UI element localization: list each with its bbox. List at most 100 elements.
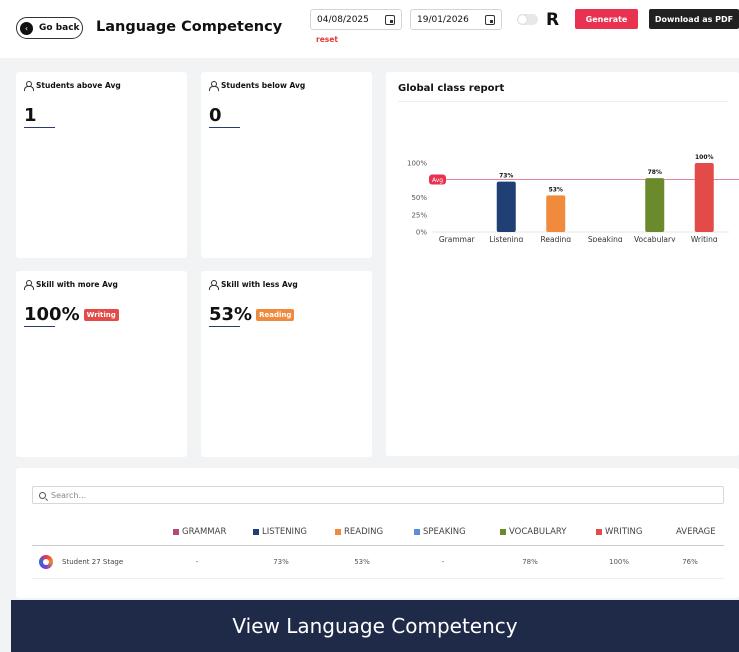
table-cell: 76%: [682, 558, 698, 566]
x-tick-label: Writing: [691, 235, 718, 242]
column-header-label: LISTENING: [262, 527, 308, 537]
students-below-avg-label: Students below Avg: [221, 81, 306, 90]
go-back-label: Go back: [39, 23, 80, 33]
skill-less-avg-card: Skill with less Avg 53% Reading: [201, 271, 372, 457]
bar-listening: [496, 181, 516, 232]
chart-title: Global class report: [398, 83, 505, 94]
card-label: Students above Avg: [24, 81, 121, 91]
column-header-vocabulary[interactable]: VOCABULARY: [500, 527, 566, 537]
column-header-label: READING: [344, 527, 384, 537]
students-below-avg-value: 0: [209, 105, 222, 126]
data-label: 100%: [695, 154, 714, 161]
global-class-report-card: Global class report 0% 25% 50% 100% Avg Gramm…: [386, 72, 739, 456]
search-icon: [39, 491, 46, 499]
column-header-label: SPEAKING: [423, 527, 466, 537]
student-table-card: Search... GRAMMAR LISTENING READING SPEAKIN…: [16, 468, 739, 598]
students-above-avg-value: 1: [24, 105, 37, 126]
skill-less-avg-row: 53% Reading: [209, 304, 295, 325]
column-header-label: GRAMMAR: [182, 527, 227, 537]
column-header-average[interactable]: AVERAGE: [676, 527, 716, 537]
legend-swatch: [500, 529, 506, 535]
generate-button[interactable]: Generate: [575, 9, 638, 29]
calendar-icon[interactable]: [485, 14, 495, 25]
start-date-input[interactable]: 04/08/2025: [310, 9, 402, 30]
skill-less-avg-label: Skill with less Avg: [221, 280, 298, 289]
search-input[interactable]: Search...: [32, 486, 724, 504]
column-header-listening[interactable]: LISTENING: [253, 527, 307, 537]
brand-logo: R: [546, 10, 560, 30]
divider: [32, 545, 724, 546]
column-header-label: AVERAGE: [676, 527, 716, 537]
back-arrow-icon: ‹: [20, 21, 33, 35]
download-pdf-button[interactable]: Download as PDF: [649, 9, 739, 29]
x-tick-label: Reading: [541, 235, 572, 242]
user-icon: [209, 280, 219, 290]
go-back-button[interactable]: ‹ Go back: [16, 17, 83, 39]
table-cell: -: [441, 558, 445, 566]
divider: [32, 578, 724, 579]
column-header-grammar[interactable]: GRAMMAR: [173, 527, 226, 537]
skill-more-avg-card: Skill with more Avg 100% Writing: [16, 271, 187, 457]
legend-swatch: [173, 529, 179, 535]
x-tick-label: Vocabulary: [634, 235, 676, 242]
bar-vocabulary: [645, 178, 665, 232]
legend-swatch: [335, 529, 341, 535]
divider: [209, 127, 240, 128]
view-language-competency-button[interactable]: View Language Competency: [11, 600, 739, 652]
skill-more-avg-row: 100% Writing: [24, 304, 119, 325]
x-tick-label: Listening: [489, 235, 523, 242]
divider: [24, 326, 55, 327]
table-cell: 78%: [522, 558, 538, 566]
divider: [209, 326, 240, 327]
toggle-knob: [518, 15, 527, 24]
skill-badge-reading: Reading: [256, 308, 295, 321]
legend-swatch: [414, 529, 420, 535]
legend-swatch: [596, 529, 602, 535]
user-icon: [209, 81, 219, 91]
bar-chart: 0% 25% 50% 100% Avg Grammar 73% Listening 53% Rea…: [407, 154, 739, 242]
table-cell: 53%: [354, 558, 370, 566]
divider: [24, 127, 55, 128]
column-header-label: WRITING: [605, 527, 643, 537]
end-date-value: 19/01/2026: [417, 14, 469, 25]
user-icon: [24, 81, 34, 91]
table-cell: 73%: [273, 558, 289, 566]
end-date-input[interactable]: 19/01/2026: [410, 9, 502, 30]
table-cell: -: [195, 558, 199, 566]
user-icon: [24, 280, 34, 290]
start-date-value: 04/08/2025: [317, 14, 369, 25]
data-label: 73%: [499, 173, 513, 180]
data-label: 78%: [648, 169, 662, 176]
avatar: [39, 555, 53, 569]
column-header-reading[interactable]: READING: [335, 527, 383, 537]
card-label: Skill with less Avg: [209, 280, 298, 290]
students-above-avg-card: Students above Avg 1: [16, 72, 187, 258]
card-label: Students below Avg: [209, 81, 306, 91]
skill-less-avg-value: 53%: [209, 304, 253, 325]
legend-swatch: [253, 529, 259, 535]
students-below-avg-card: Students below Avg 0: [201, 72, 372, 258]
y-tick-label: 25%: [411, 211, 427, 219]
x-tick-label: Grammar: [439, 235, 476, 242]
search-placeholder: Search...: [51, 490, 87, 500]
skill-more-avg-label: Skill with more Avg: [36, 280, 118, 289]
data-label: 53%: [549, 186, 563, 193]
skill-more-avg-value: 100%: [24, 304, 80, 325]
bar-writing: [694, 163, 714, 232]
toggle-switch[interactable]: [517, 14, 538, 25]
reset-link[interactable]: reset: [316, 35, 338, 44]
table-cell: 100%: [608, 558, 629, 566]
y-tick-label: 0%: [416, 229, 427, 237]
avg-label: Avg: [432, 177, 443, 184]
header-bar: ‹ Go back Language Competency 04/08/2025…: [0, 0, 739, 58]
students-above-avg-label: Students above Avg: [36, 81, 121, 90]
y-tick-label: 100%: [407, 160, 427, 168]
x-tick-label: Speaking: [588, 235, 623, 242]
bar-reading: [546, 195, 566, 232]
column-header-speaking[interactable]: SPEAKING: [414, 527, 466, 537]
page-title: Language Competency: [96, 19, 283, 35]
card-label: Skill with more Avg: [24, 280, 118, 290]
column-header-writing[interactable]: WRITING: [596, 527, 642, 537]
calendar-icon[interactable]: [385, 14, 395, 25]
student-name[interactable]: Student 27 Stage: [62, 558, 123, 566]
